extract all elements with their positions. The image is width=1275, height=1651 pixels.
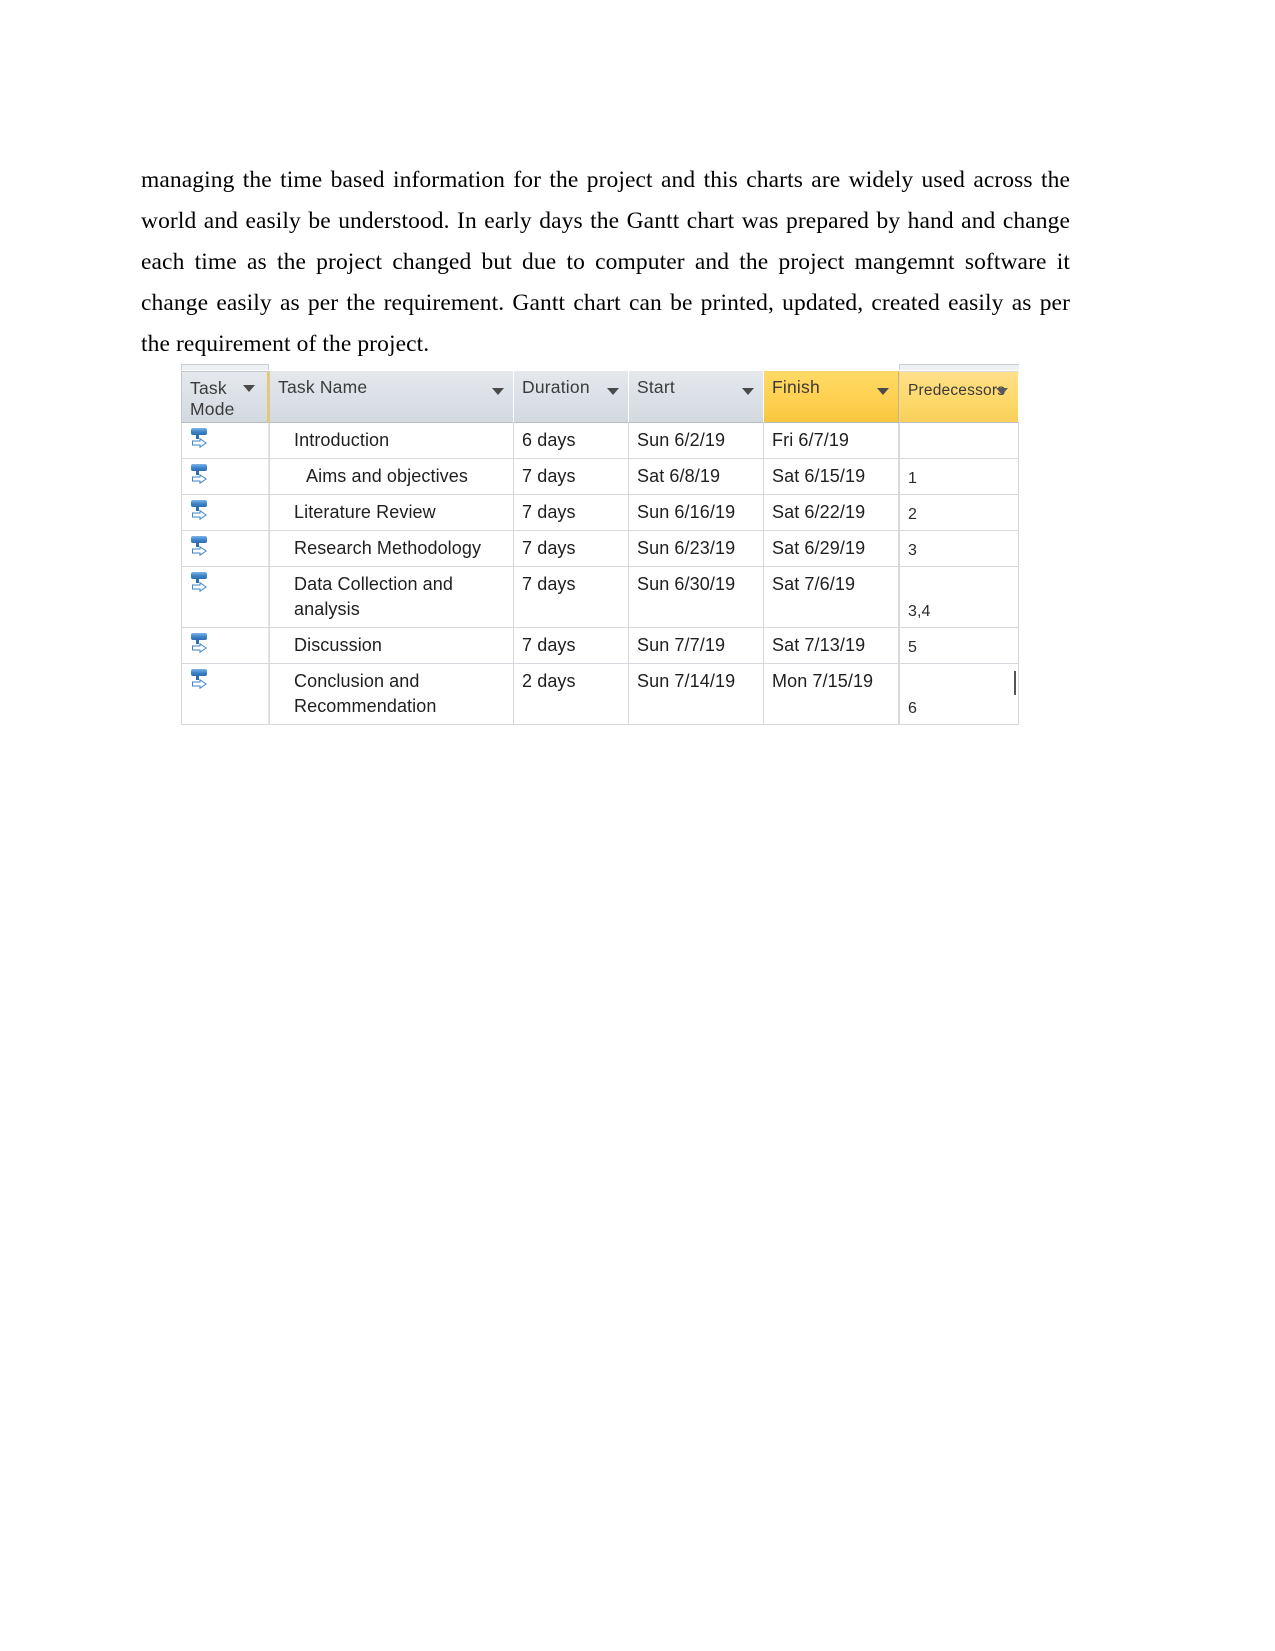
table-row[interactable] [181,628,269,664]
table-row[interactable]: Sun 6/30/19 [629,567,764,628]
column-header-task-mode-line1: Task [190,378,227,398]
manually-scheduled-icon [190,427,210,449]
chevron-down-icon[interactable] [243,385,255,392]
column-header-task-name-label: Task Name [278,377,368,397]
column-header-duration-label: Duration [522,377,590,397]
table-row[interactable]: 6 days [514,423,629,459]
manually-scheduled-icon [190,535,210,557]
table-row[interactable]: Literature Review [269,495,514,531]
table-row[interactable]: Sat 6/15/19 [764,459,899,495]
manually-scheduled-icon [190,632,210,654]
table-row[interactable]: 7 days [514,628,629,664]
table-row[interactable]: 7 days [514,567,629,628]
manually-scheduled-icon [190,463,210,485]
manually-scheduled-icon [190,571,210,593]
table-row[interactable]: 7 days [514,531,629,567]
table-row[interactable]: Introduction [269,423,514,459]
table-row[interactable]: Sun 6/16/19 [629,495,764,531]
column-header-finish[interactable]: Finish [764,371,899,423]
project-task-table: Task Mode Task Name Duration Start Finis… [181,364,1019,725]
column-header-task-name[interactable]: Task Name [269,371,514,423]
manually-scheduled-icon [190,499,210,521]
chevron-down-icon[interactable] [877,388,889,395]
table-row[interactable] [181,567,269,628]
chevron-down-icon[interactable] [607,388,619,395]
table-row[interactable]: Sat 7/6/19 [764,567,899,628]
column-header-duration[interactable]: Duration [514,371,629,423]
table-row[interactable]: 3 [899,531,1019,567]
column-header-task-mode-line2: Mode [190,399,235,419]
table-row[interactable]: Sat 7/13/19 [764,628,899,664]
table-row[interactable] [181,495,269,531]
table-row[interactable]: Research Methodology [269,531,514,567]
table-row[interactable] [181,531,269,567]
table-row[interactable]: 3,4 [899,567,1019,628]
column-header-start[interactable]: Start [629,371,764,423]
chevron-down-icon[interactable] [996,388,1008,395]
table-row[interactable] [899,423,1019,459]
column-header-task-mode[interactable]: Task Mode [181,371,269,423]
table-row[interactable]: Data Collection and analysis [269,567,514,628]
table-row[interactable]: Sat 6/8/19 [629,459,764,495]
table-row[interactable]: 7 days [514,495,629,531]
chevron-down-icon[interactable] [492,388,504,395]
table-grid: Task Mode Task Name Duration Start Finis… [181,371,1019,725]
table-row[interactable]: Sun 6/23/19 [629,531,764,567]
table-row[interactable] [181,423,269,459]
table-row[interactable]: Sun 7/7/19 [629,628,764,664]
split-strip-right [899,364,1019,370]
column-header-predecessors[interactable]: Predecessors [899,371,1019,423]
table-split-strip [181,362,1019,371]
table-row[interactable] [181,459,269,495]
table-row[interactable]: Fri 6/7/19 [764,423,899,459]
table-row[interactable]: Conclusion and Recommendation [269,664,514,725]
column-header-start-label: Start [637,377,675,397]
table-row[interactable]: Sun 6/2/19 [629,423,764,459]
table-row[interactable]: 6 [899,664,1019,725]
split-strip-left [181,364,269,370]
table-row[interactable]: Mon 7/15/19 [764,664,899,725]
table-row[interactable]: Discussion [269,628,514,664]
manually-scheduled-icon [190,668,210,690]
table-row[interactable]: 2 [899,495,1019,531]
table-row[interactable]: Sat 6/29/19 [764,531,899,567]
table-row[interactable]: 1 [899,459,1019,495]
body-paragraph: managing the time based information for … [141,166,1070,357]
chevron-down-icon[interactable] [742,388,754,395]
table-row[interactable] [181,664,269,725]
table-row[interactable]: 7 days [514,459,629,495]
document-page: managing the time based information for … [0,0,1275,1651]
table-row[interactable]: 5 [899,628,1019,664]
table-row[interactable]: Sat 6/22/19 [764,495,899,531]
column-header-finish-label: Finish [772,377,820,397]
table-row[interactable]: Aims and objectives [269,459,514,495]
text-cursor [1014,671,1016,695]
table-row[interactable]: Sun 7/14/19 [629,664,764,725]
column-header-predecessors-label: Predecessors [908,382,1006,399]
table-row[interactable]: 2 days [514,664,629,725]
